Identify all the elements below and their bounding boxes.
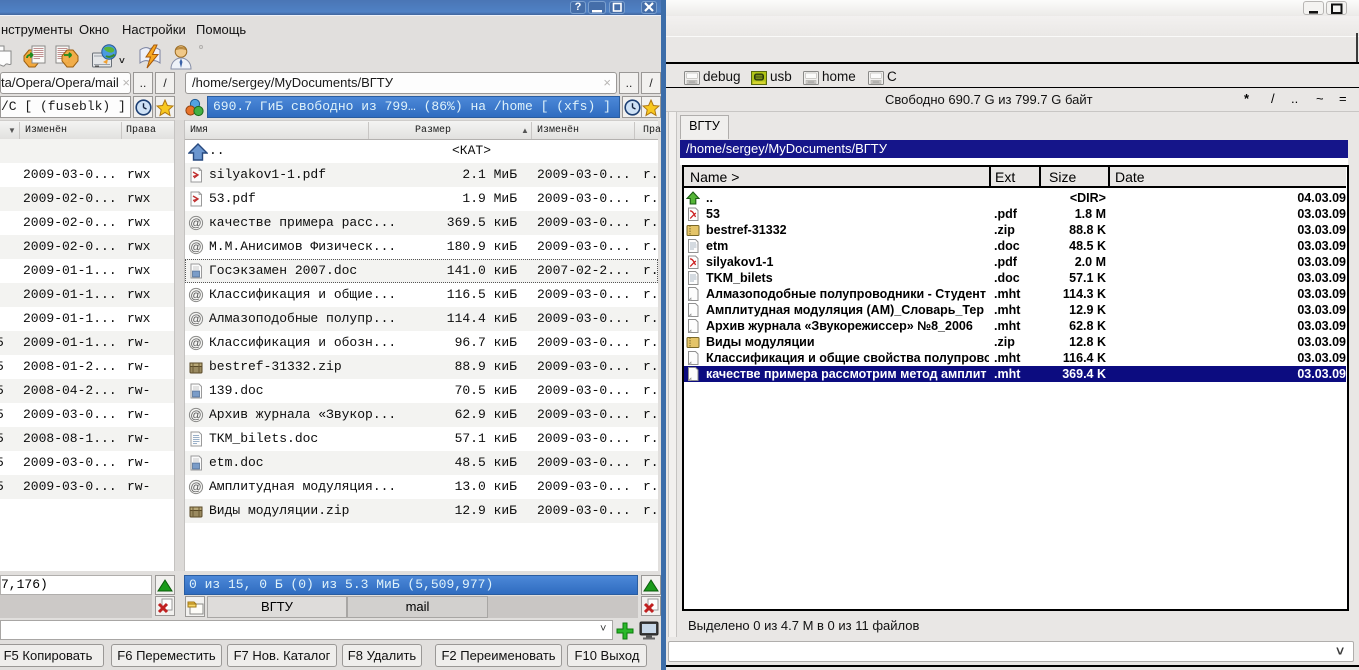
svg-text:@: @ [190,338,201,350]
svg-text:@: @ [190,482,201,494]
svg-text:@: @ [190,410,201,422]
svg-text:@: @ [190,290,201,302]
svg-text:@: @ [190,218,201,230]
svg-text:@: @ [190,242,201,254]
svg-text:@: @ [190,314,201,326]
